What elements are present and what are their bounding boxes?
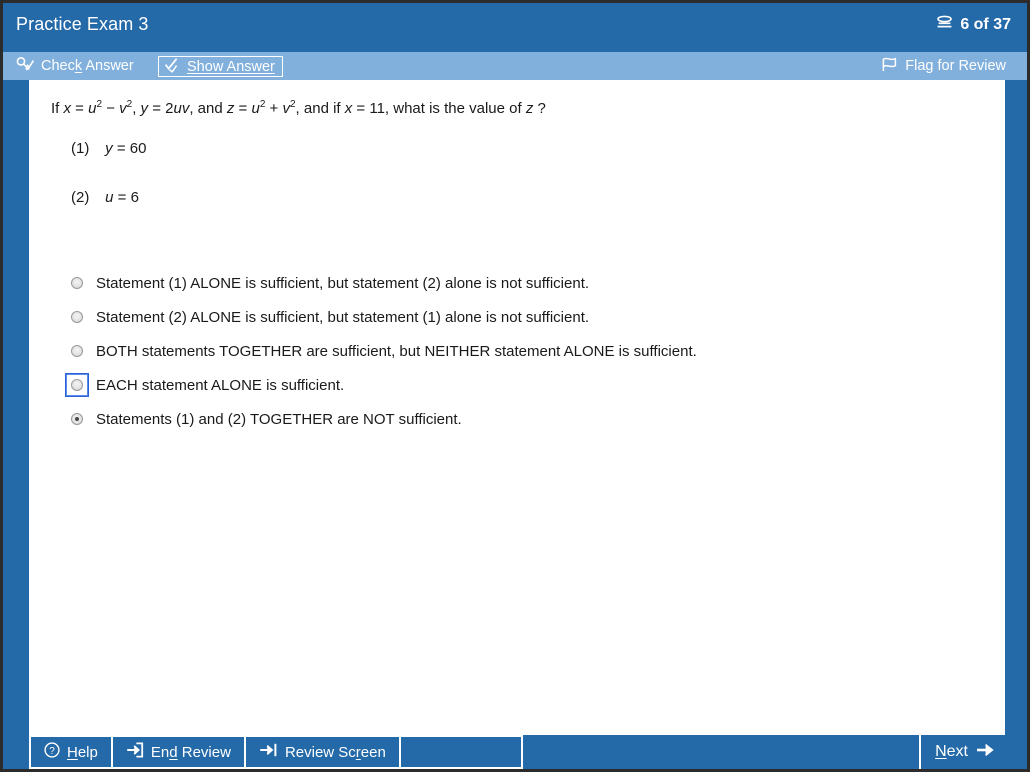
answer-option-b-label: Statement (2) ALONE is sufficient, but s… <box>96 308 590 326</box>
radio-box-c[interactable] <box>65 339 89 363</box>
radio-button-a[interactable] <box>71 277 83 289</box>
footer-empty-slot <box>401 737 521 767</box>
exam-toolbar: Check Answer Show Answer Flag for Review <box>3 52 1027 80</box>
show-answer-button[interactable]: Show Answer <box>158 56 283 77</box>
page-title: Practice Exam 3 <box>16 14 149 34</box>
show-answer-label: Show Answer <box>187 58 275 75</box>
radio-button-d[interactable] <box>71 379 83 391</box>
end-review-label: End Review <box>150 743 231 761</box>
radio-box-a[interactable] <box>65 271 89 295</box>
data-statement-2: (2) u = 6 <box>71 189 139 206</box>
radio-button-e[interactable] <box>71 413 83 425</box>
layers-icon <box>936 15 953 35</box>
question-stem: If x = u2 − v2, y = 2uv, and z = u2 + v2… <box>51 99 546 117</box>
question-circle-icon: ? <box>44 742 60 762</box>
arrow-right-icon <box>976 742 996 763</box>
exit-arrow-icon <box>126 742 144 762</box>
review-screen-button[interactable]: Review Screen <box>246 737 401 767</box>
next-button[interactable]: Next <box>919 735 1006 769</box>
data-statement-1: (1) y = 60 <box>71 140 147 157</box>
question-content-pane: If x = u2 − v2, y = 2uv, and z = u2 + v2… <box>29 80 1005 735</box>
exam-window: Practice Exam 3 6 of 37 Check Answer Sho… <box>3 3 1027 769</box>
svg-text:?: ? <box>49 746 55 757</box>
exam-footer: ? Help End Review Review Screen Next <box>3 735 1027 769</box>
answer-option-d-label: EACH statement ALONE is sufficient. <box>96 376 345 394</box>
check-answer-button[interactable]: Check Answer <box>16 52 134 80</box>
answer-option-a-label: Statement (1) ALONE is sufficient, but s… <box>96 274 590 292</box>
end-review-button[interactable]: End Review <box>113 737 246 767</box>
title-bar: Practice Exam 3 6 of 37 <box>3 3 1027 52</box>
arrow-to-bar-icon <box>259 742 278 762</box>
flag-icon <box>880 56 899 77</box>
review-screen-label: Review Screen <box>284 743 386 761</box>
next-label: Next <box>935 743 968 760</box>
answer-option-d[interactable]: EACH statement ALONE is sufficient. <box>65 368 965 402</box>
radio-box-d[interactable] <box>65 373 89 397</box>
check-answer-label: Check Answer <box>41 58 134 74</box>
flag-for-review-button[interactable]: Flag for Review <box>880 52 1008 80</box>
help-label: Help <box>67 743 98 761</box>
answer-option-c-label: BOTH statements TOGETHER are sufficient,… <box>96 342 697 360</box>
footer-button-group: ? Help End Review Review Screen <box>29 735 523 769</box>
progress-label: 6 of 37 <box>960 16 1011 33</box>
radio-button-c[interactable] <box>71 345 83 357</box>
radio-box-e[interactable] <box>65 407 89 431</box>
radio-box-b[interactable] <box>65 305 89 329</box>
statement-1-number: (1) <box>71 140 90 157</box>
question-progress: 6 of 37 <box>936 15 1011 35</box>
checkmark-badge-icon <box>164 57 181 77</box>
radio-button-b[interactable] <box>71 311 83 323</box>
key-check-icon <box>16 56 35 77</box>
statement-2-number: (2) <box>71 189 90 206</box>
answer-option-b[interactable]: Statement (2) ALONE is sufficient, but s… <box>65 300 965 334</box>
answer-option-c[interactable]: BOTH statements TOGETHER are sufficient,… <box>65 334 965 368</box>
answer-option-e[interactable]: Statements (1) and (2) TOGETHER are NOT … <box>65 402 965 436</box>
answer-option-e-label: Statements (1) and (2) TOGETHER are NOT … <box>96 410 462 428</box>
help-button[interactable]: ? Help <box>31 737 113 767</box>
answer-options-group: Statement (1) ALONE is sufficient, but s… <box>65 266 965 436</box>
answer-option-a[interactable]: Statement (1) ALONE is sufficient, but s… <box>65 266 965 300</box>
flag-for-review-label: Flag for Review <box>905 58 1006 74</box>
